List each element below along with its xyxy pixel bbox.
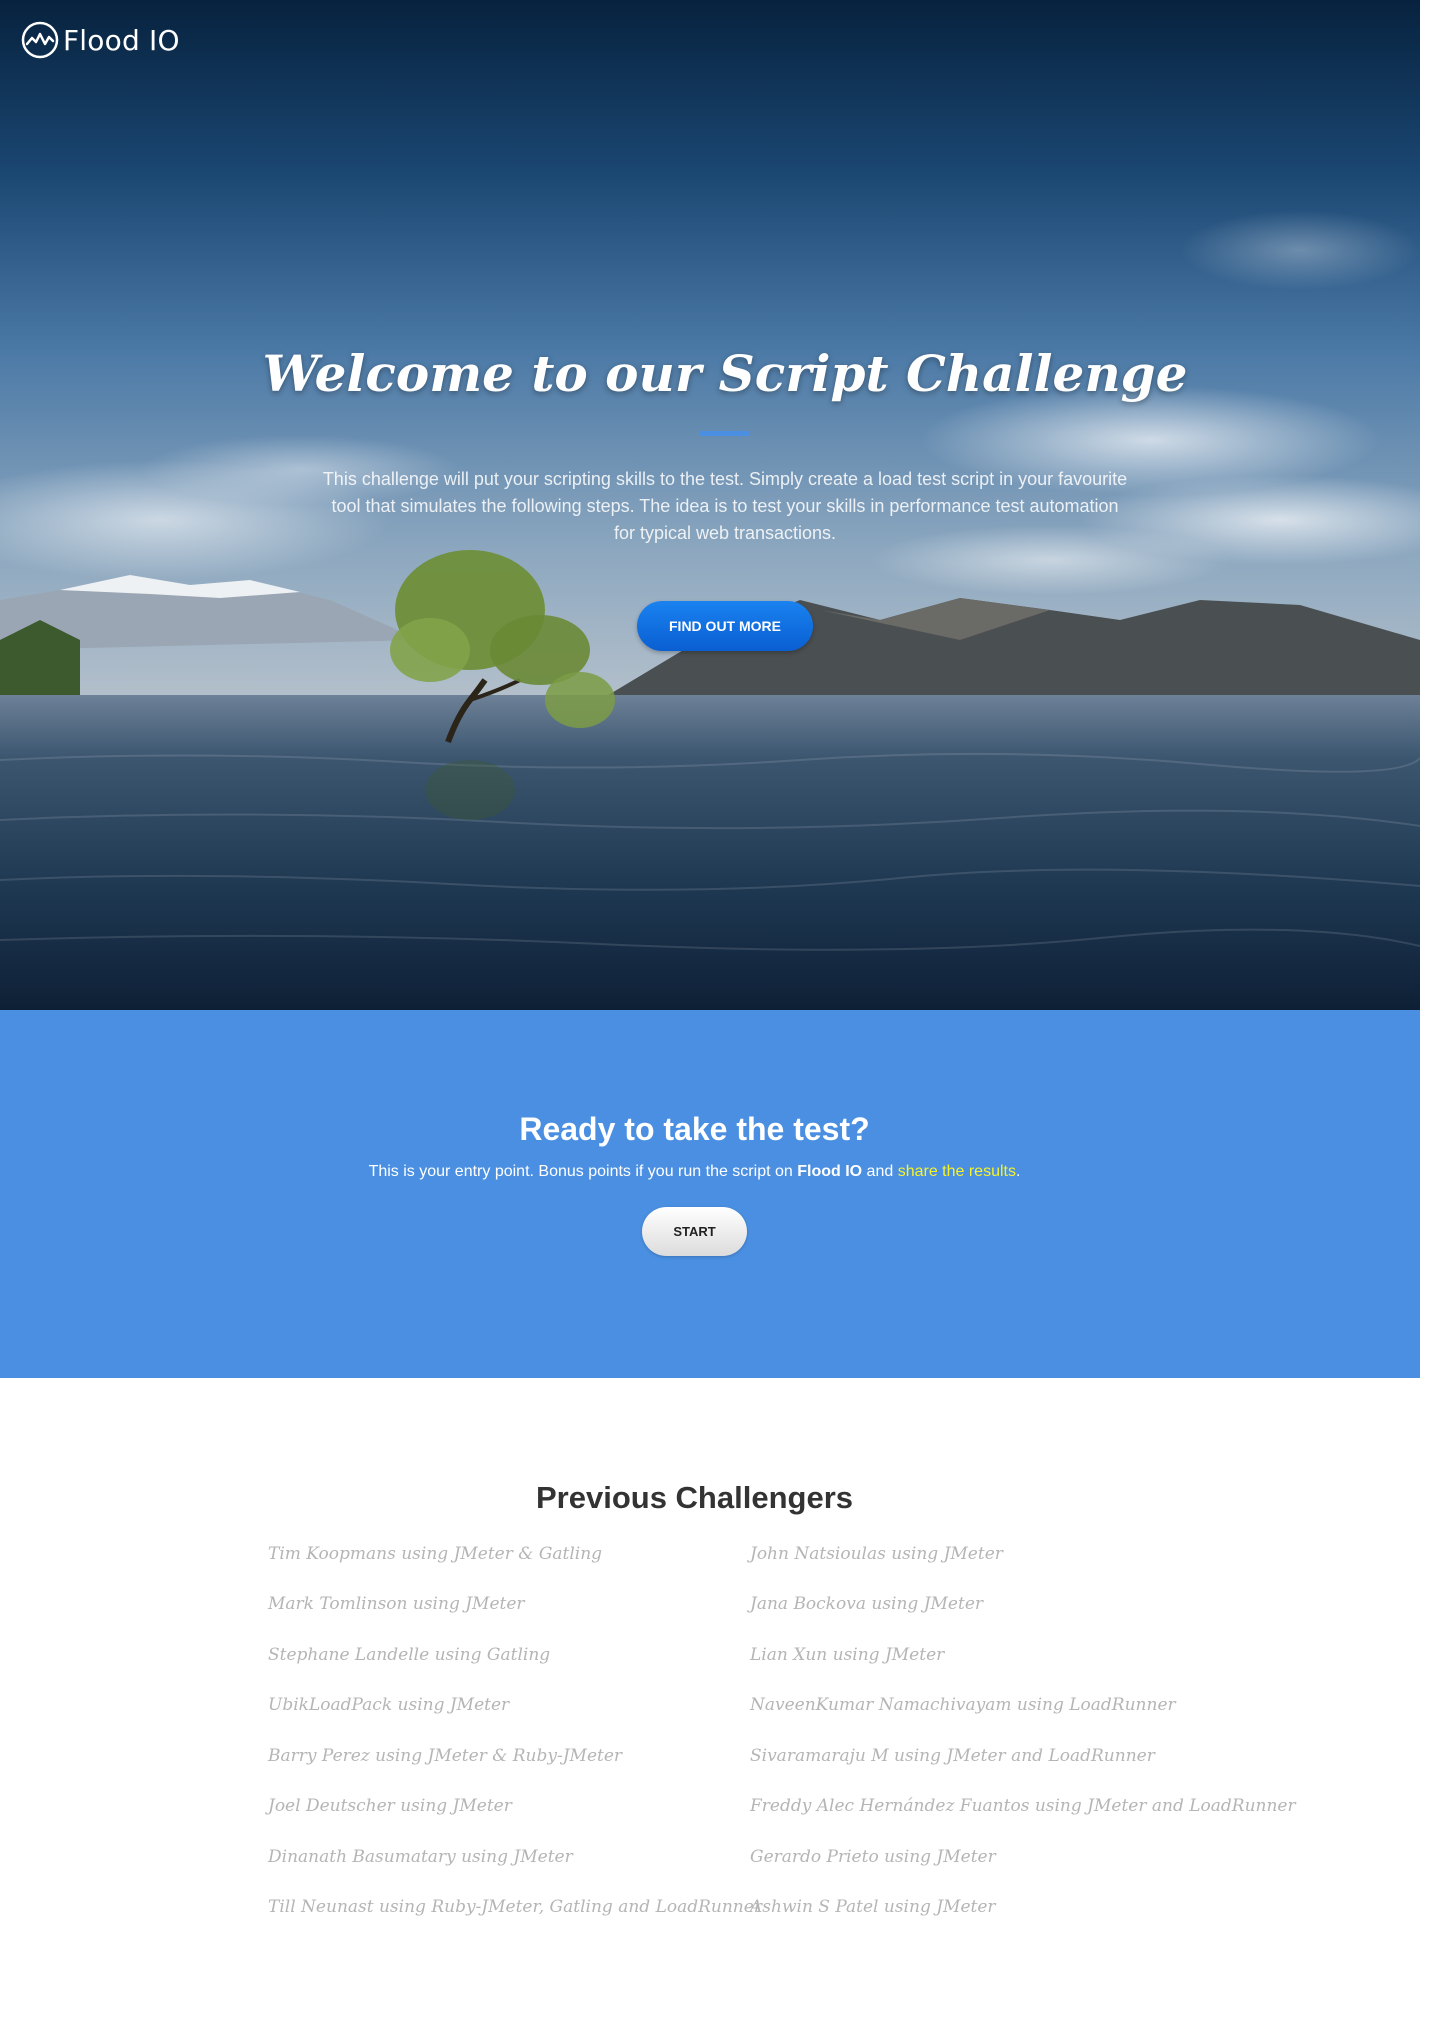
cta-title: Ready to take the test? — [519, 1111, 870, 1147]
challenger-link[interactable]: Jana Bockova using JMeter — [750, 1592, 983, 1616]
cta-text-end: . — [1015, 1163, 1021, 1180]
cta-section: Ready to take the test? This is your ent… — [0, 1010, 1420, 1378]
share-results-link[interactable]: share the results — [898, 1163, 1016, 1180]
challenger-link[interactable]: Stephane Landelle using Gatling — [268, 1643, 550, 1667]
logo-text: Flood IO — [63, 23, 180, 57]
challenger-link[interactable]: Dinanath Basumatary using JMeter — [268, 1845, 573, 1869]
challenger-link[interactable]: Mark Tomlinson using JMeter — [268, 1592, 525, 1616]
challenger-link[interactable]: Sivaramaraju M using JMeter and LoadRunn… — [750, 1744, 1155, 1768]
challenger-link[interactable]: John Natsioulas using JMeter — [750, 1542, 1003, 1566]
cta-text-intro: This is your entry point. Bonus points i… — [368, 1163, 798, 1180]
challenger-link[interactable]: Ashwin S Patel using JMeter — [750, 1895, 996, 1919]
challenger-link[interactable]: Gerardo Prieto using JMeter — [750, 1845, 996, 1869]
flood-logo-icon — [21, 21, 59, 59]
hero-title-divider — [700, 431, 750, 436]
challenger-link[interactable]: Tim Koopmans using JMeter & Gatling — [268, 1542, 602, 1566]
hero-title: Welcome to our Script Challenge — [262, 344, 1188, 403]
hero-description: This challenge will put your scripting s… — [322, 469, 1128, 543]
cta-text-and: and — [862, 1163, 898, 1180]
cta-text: This is your entry point. Bonus points i… — [0, 1163, 1389, 1181]
hero-section: Flood IO Welcome to our Script Challenge… — [0, 0, 1420, 1010]
cta-brand-name: Flood IO — [797, 1163, 863, 1180]
find-out-more-button[interactable]: FIND OUT MORE — [637, 601, 813, 651]
challenger-link[interactable]: Till Neunast using Ruby-JMeter, Gatling … — [268, 1895, 762, 1919]
start-button[interactable]: START — [642, 1207, 747, 1256]
challenger-link[interactable]: Lian Xun using JMeter — [750, 1643, 944, 1667]
challenger-link[interactable]: NaveenKumar Namachivayam using LoadRunne… — [750, 1693, 1176, 1717]
challenger-link[interactable]: Barry Perez using JMeter & Ruby-JMeter — [268, 1744, 622, 1768]
challenger-link[interactable]: Joel Deutscher using JMeter — [268, 1794, 512, 1818]
logo-link[interactable]: Flood IO — [20, 20, 180, 60]
challenger-link[interactable]: Freddy Alec Hernández Fuantos using JMet… — [750, 1794, 1296, 1818]
previous-challengers-title: Previous Challengers — [535, 1480, 853, 1515]
challenger-link[interactable]: UbikLoadPack using JMeter — [268, 1693, 509, 1717]
